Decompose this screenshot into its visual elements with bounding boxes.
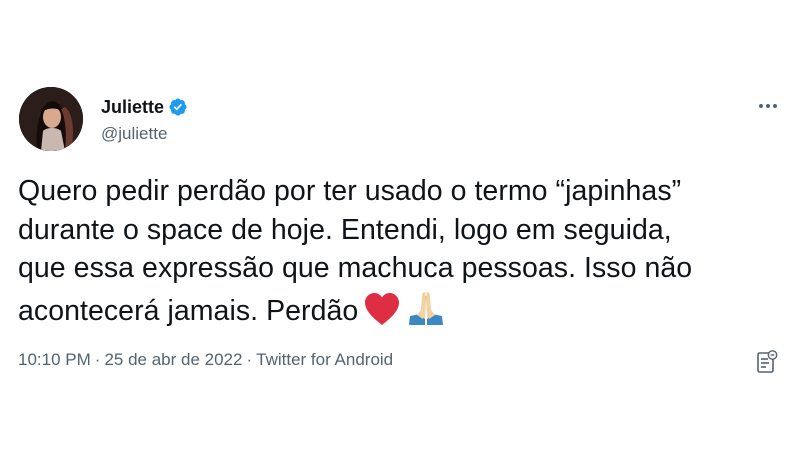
tweet-text-line: durante o space de hoje. Entendi, logo e… [18, 213, 672, 246]
tweet-text-line: Quero pedir perdão por ter usado o termo… [18, 175, 682, 207]
more-dot [766, 104, 770, 108]
meta-separator: · [246, 350, 253, 369]
more-dot [773, 104, 777, 108]
notes-icon[interactable] [756, 350, 778, 374]
display-name[interactable]: Juliette [101, 97, 164, 118]
tweet-text-line: que essa expressão que machuca pessoas. … [18, 252, 693, 285]
tweet-source[interactable]: Twitter for Android [256, 350, 393, 369]
tweet-date[interactable]: 25 de abr de 2022 [104, 350, 242, 369]
more-options-button[interactable] [754, 96, 782, 116]
tweet-text-last-line: acontecerá jamais. Perdão [18, 288, 758, 337]
verified-badge-icon [169, 98, 187, 116]
tweet-time[interactable]: 10:10 PM [18, 350, 91, 369]
author-handle[interactable]: @juliette [101, 124, 167, 144]
more-horizontal-icon [759, 104, 763, 108]
red-heart-icon [364, 292, 400, 337]
folded-hands-icon [406, 288, 446, 337]
avatar-image [19, 87, 83, 151]
author-row: Juliette [101, 96, 188, 118]
meta-separator: · [94, 350, 101, 369]
tweet-meta: 10:10 PM · 25 de abr de 2022 · Twitter for A… [18, 350, 393, 370]
tweet-text: Quero pedir perdão por ter usado o termo… [18, 172, 758, 336]
tweet-text-line: acontecerá jamais. Perdão [18, 294, 359, 327]
avatar[interactable] [19, 87, 83, 151]
tweet-card: Juliette @juliette Quero pedir perdão po… [0, 0, 790, 474]
